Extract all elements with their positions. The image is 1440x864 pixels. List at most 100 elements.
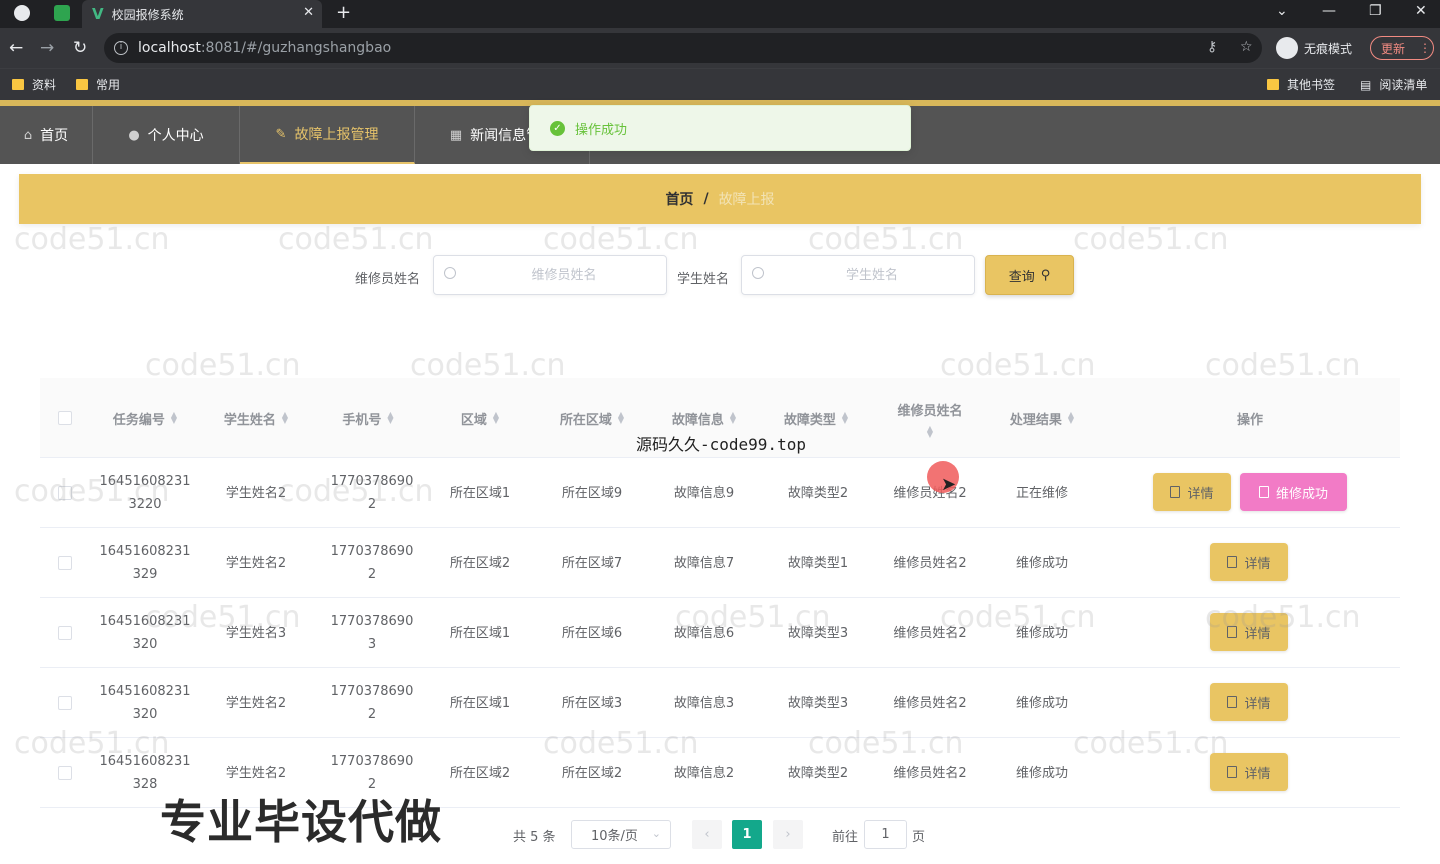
page-suffix: 页 (912, 830, 926, 845)
restore-icon[interactable]: ❐ (1369, 3, 1382, 19)
incognito-label: 无痕模式 (1304, 41, 1353, 56)
detail-button[interactable]: 详情 (1210, 683, 1288, 721)
column-header-task-no[interactable]: 任务编号 ▲ ▼ (90, 378, 200, 458)
repairer-name-label: 维修员姓名 (355, 272, 421, 287)
sort-icon[interactable]: ▲ ▼ (171, 411, 177, 425)
goto-page-input[interactable]: 1 (864, 820, 907, 849)
nav-item-profile[interactable]: ● 个人中心 (93, 106, 240, 164)
browser-tabstrip: V 校园报修系统 ✕ + ⌄ — ❐ ✕ (0, 0, 1440, 28)
new-tab-icon[interactable]: + (336, 2, 351, 23)
row-checkbox[interactable] (58, 556, 72, 570)
bookmark-star-icon[interactable]: ☆ (1240, 39, 1253, 55)
cell-fault-type: 故障类型3 (787, 695, 849, 711)
other-bookmarks[interactable]: 其他书签 (1267, 76, 1335, 93)
sort-icon[interactable]: ▲ ▼ (493, 411, 499, 425)
column-header-phone[interactable]: 手机号 ▲ ▼ (312, 378, 424, 458)
detail-label: 详情 (1244, 626, 1271, 642)
detail-button[interactable]: 详情 (1210, 753, 1288, 791)
phone-line1: 1770378690 (330, 474, 414, 489)
edit-icon: ✎ (275, 126, 287, 142)
nav-item-fault-report[interactable]: ✎ 故障上报管理 (240, 106, 415, 164)
sort-icon[interactable]: ▲ ▼ (730, 411, 736, 425)
repair-success-button[interactable]: 维修成功 (1240, 473, 1347, 511)
cell-phone: 1770378690 2 (312, 458, 432, 528)
column-header-student[interactable]: 学生姓名 ▲ ▼ (200, 378, 312, 458)
select-all-checkbox[interactable] (58, 411, 72, 425)
bookmark-folder-docs[interactable]: 资料 (12, 76, 56, 93)
column-label: 任务编号 (112, 412, 165, 428)
document-icon (1227, 766, 1238, 778)
folder-icon (76, 79, 88, 90)
sort-icon[interactable]: ▲ ▼ (842, 411, 848, 425)
more-menu-icon[interactable]: ⋮ (1419, 41, 1431, 55)
next-page-button[interactable]: › (773, 820, 803, 849)
nav-item-home[interactable]: ⌂ 首页 (0, 106, 93, 164)
tab-search-icon[interactable]: ⌄ (1276, 3, 1288, 19)
sort-icon[interactable]: ▲ ▼ (618, 411, 624, 425)
reading-list-label: 阅读清单 (1379, 78, 1428, 92)
bookmark-folder-common[interactable]: 常用 (76, 76, 120, 93)
table-row: 16451608231 3220 学生姓名2 1770378690 2 所在区域1 … (40, 458, 1400, 528)
detail-button[interactable]: 详情 (1210, 543, 1288, 581)
task-no-line1: 16451608231 (99, 684, 191, 699)
column-header-repairer[interactable]: 维修员姓名 ▲ ▼ (872, 378, 988, 458)
column-header-area[interactable]: 区域 ▲ ▼ (424, 378, 536, 458)
forward-icon[interactable]: → (40, 38, 54, 58)
minimize-icon[interactable]: — (1322, 3, 1336, 19)
student-name-input[interactable] (772, 256, 972, 294)
update-label: 更新 (1381, 41, 1406, 56)
column-header-result[interactable]: 处理结果 ▲ ▼ (988, 378, 1096, 458)
row-checkbox[interactable] (58, 696, 72, 710)
back-icon[interactable]: ← (9, 38, 23, 58)
page-size-select[interactable]: 10条/页 ⌄ (571, 820, 671, 849)
query-button[interactable]: 查询 ⚲ (985, 255, 1074, 295)
detail-button[interactable]: 详情 (1210, 613, 1288, 651)
phone-line1: 1770378690 (330, 684, 414, 699)
url-field[interactable]: i localhost:8081/#/guzhangshangbao (104, 33, 1262, 63)
cell-phone: 1770378690 2 (312, 668, 432, 738)
prev-page-button[interactable]: ‹ (692, 820, 722, 849)
toast-message: 操作成功 (575, 122, 628, 138)
breadcrumb-current: 故障上报 (718, 192, 775, 208)
cell-fault-info: 故障信息7 (673, 555, 735, 571)
detail-button[interactable]: 详情 (1153, 473, 1231, 511)
task-no-line2: 320 (132, 707, 158, 722)
column-label: 学生姓名 (223, 412, 276, 428)
tab-title: 校园报修系统 (111, 7, 184, 22)
repairer-name-field[interactable] (433, 255, 667, 295)
browser-profile-icon[interactable] (14, 5, 30, 21)
repairer-name-input[interactable] (464, 256, 664, 294)
reload-icon[interactable]: ↻ (73, 38, 87, 58)
cell-area: 所在区域1 (449, 695, 511, 711)
row-checkbox[interactable] (58, 766, 72, 780)
overlay-promo-text: 专业毕设代做 (160, 795, 442, 849)
cell-location: 所在区域2 (561, 765, 623, 781)
incognito-indicator[interactable]: 无痕模式 (1276, 37, 1352, 59)
sort-icon[interactable]: ▲ ▼ (1068, 411, 1074, 425)
sort-icon[interactable]: ▲ ▼ (927, 425, 933, 439)
row-checkbox[interactable] (58, 626, 72, 640)
goto-label: 前往 (832, 830, 859, 845)
sort-icon[interactable]: ▲ ▼ (282, 411, 288, 425)
update-button[interactable]: 更新 ⋮ (1370, 36, 1434, 60)
watermark: code51.cn (543, 222, 699, 257)
row-checkbox[interactable] (58, 486, 72, 500)
cell-student: 学生姓名2 (225, 555, 287, 571)
window-close-icon[interactable]: ✕ (1415, 3, 1427, 19)
cell-location: 所在区域7 (561, 555, 623, 571)
reading-list[interactable]: ▤ 阅读清单 (1360, 76, 1427, 93)
browser-tab[interactable]: V 校园报修系统 ✕ (82, 0, 322, 28)
cell-result: 维修成功 (1015, 625, 1068, 641)
site-info-icon[interactable]: i (114, 41, 128, 55)
breadcrumb-separator: / (703, 191, 709, 207)
tab-close-icon[interactable]: ✕ (303, 5, 314, 20)
mouse-cursor-icon: ➤ (941, 474, 957, 495)
breadcrumb-home[interactable]: 首页 (665, 189, 693, 209)
student-name-field[interactable] (741, 255, 975, 295)
page-number-current[interactable]: 1 (732, 820, 762, 849)
sort-icon[interactable]: ▲ ▼ (387, 411, 393, 425)
key-icon[interactable]: ⚷ (1207, 39, 1217, 55)
document-icon (1227, 556, 1238, 568)
task-no-line2: 329 (132, 567, 158, 582)
column-header-location[interactable]: 所在区域 ▲ ▼ (536, 378, 648, 458)
